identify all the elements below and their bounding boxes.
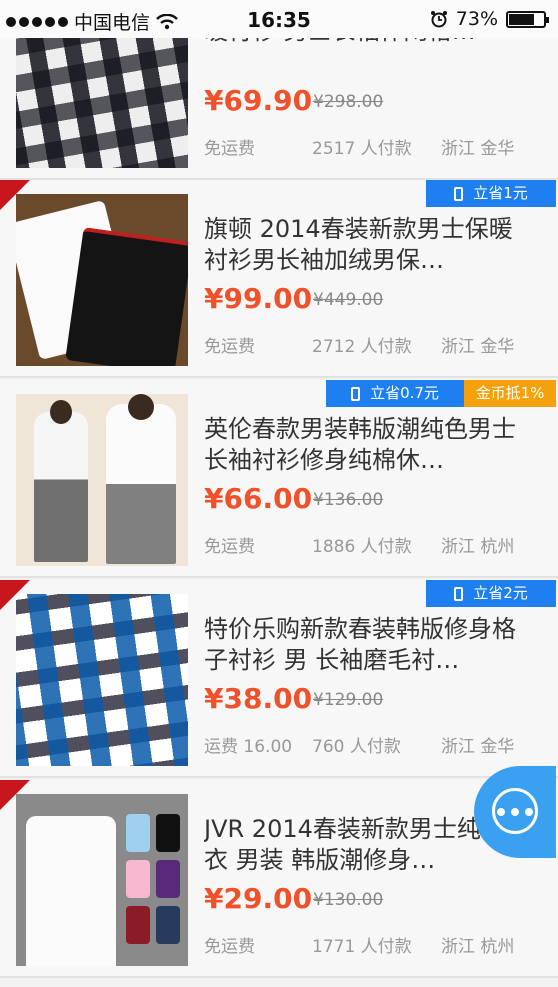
product-price: ¥69.90	[204, 84, 313, 117]
product-price: ¥66.00	[204, 482, 313, 515]
product-image[interactable]	[16, 194, 188, 366]
product-price: ¥29.00	[204, 882, 313, 915]
shipping-info: 免运费	[204, 337, 255, 357]
original-price: ¥129.00	[313, 690, 384, 710]
original-price: ¥298.00	[313, 92, 384, 112]
corner-badge	[0, 780, 30, 810]
sold-count: 1771 人付款	[312, 937, 412, 957]
shipping-info: 免运费	[204, 139, 255, 159]
discount-tag-label: 立省0.7元	[370, 384, 439, 402]
corner-badge	[0, 180, 30, 210]
battery-icon	[506, 10, 549, 28]
original-price: ¥130.00	[313, 890, 384, 910]
battery-percent: 73%	[455, 8, 498, 30]
product-card[interactable]: 立省1元 旗顿 2014春装新款男士保暖衬衫男长袖加绒男保… ¥99.00 ¥4…	[0, 180, 558, 378]
sold-count: 2712 人付款	[312, 337, 412, 357]
shipping-info: 免运费	[204, 937, 255, 957]
original-price: ¥449.00	[313, 290, 384, 310]
phone-icon	[454, 587, 464, 601]
product-price: ¥99.00	[204, 282, 313, 315]
product-image[interactable]	[16, 594, 188, 766]
phone-icon	[351, 387, 361, 401]
discount-tag-label: 立省1元	[473, 184, 528, 202]
status-bar: 中国电信 16:35 73%	[0, 0, 558, 38]
location: 浙江 金华	[441, 737, 515, 757]
product-price: ¥38.00	[204, 682, 313, 715]
shipping-info: 免运费	[204, 537, 255, 557]
discount-tag: 立省2元	[426, 580, 556, 607]
status-right: 73%	[430, 8, 549, 30]
model-illustration	[16, 394, 188, 566]
product-card[interactable]: 立省2元 特价乐购新款春装韩版修身格子衬衫 男 长袖磨毛衬… ¥38.00 ¥1…	[0, 580, 558, 778]
chat-button[interactable]	[474, 766, 556, 858]
discount-tag: 立省1元	[426, 180, 556, 207]
product-title[interactable]: 特价乐购新款春装韩版修身格子衬衫 男 长袖磨毛衬…	[204, 614, 534, 676]
original-price: ¥136.00	[313, 490, 384, 510]
sold-count: 1886 人付款	[312, 537, 412, 557]
product-image[interactable]	[16, 394, 188, 566]
shirt-pair-illustration	[16, 194, 188, 366]
product-card[interactable]: 立省0.7元 金币抵1% 英伦春款男装韩版潮纯色男士长袖衬衫修身纯棉休… ¥66…	[0, 380, 558, 578]
location: 浙江 金华	[441, 139, 515, 159]
battery-fill	[509, 13, 534, 25]
location: 浙江 杭州	[441, 537, 515, 557]
shirt-collection-illustration	[16, 794, 188, 966]
phone-icon	[454, 187, 464, 201]
product-image[interactable]	[16, 794, 188, 966]
product-title[interactable]: 旗顿 2014春装新款男士保暖衬衫男长袖加绒男保…	[204, 214, 534, 276]
coin-tag-label: 金币抵1%	[475, 384, 545, 402]
coin-tag: 金币抵1%	[464, 380, 556, 407]
alarm-icon	[430, 11, 447, 28]
chat-icon	[492, 788, 538, 834]
location: 浙江 金华	[441, 337, 515, 357]
discount-tag: 立省0.7元	[326, 380, 464, 407]
product-title[interactable]: 英伦春款男装韩版潮纯色男士长袖衬衫修身纯棉休…	[204, 414, 534, 476]
discount-tag-label: 立省2元	[473, 584, 528, 602]
sold-count: 760 人付款	[312, 737, 401, 757]
corner-badge	[0, 580, 30, 610]
sold-count: 2517 人付款	[312, 139, 412, 159]
shipping-info: 运费 16.00	[204, 737, 293, 757]
plaid-shirt-illustration	[16, 594, 188, 766]
location: 浙江 杭州	[441, 937, 515, 957]
